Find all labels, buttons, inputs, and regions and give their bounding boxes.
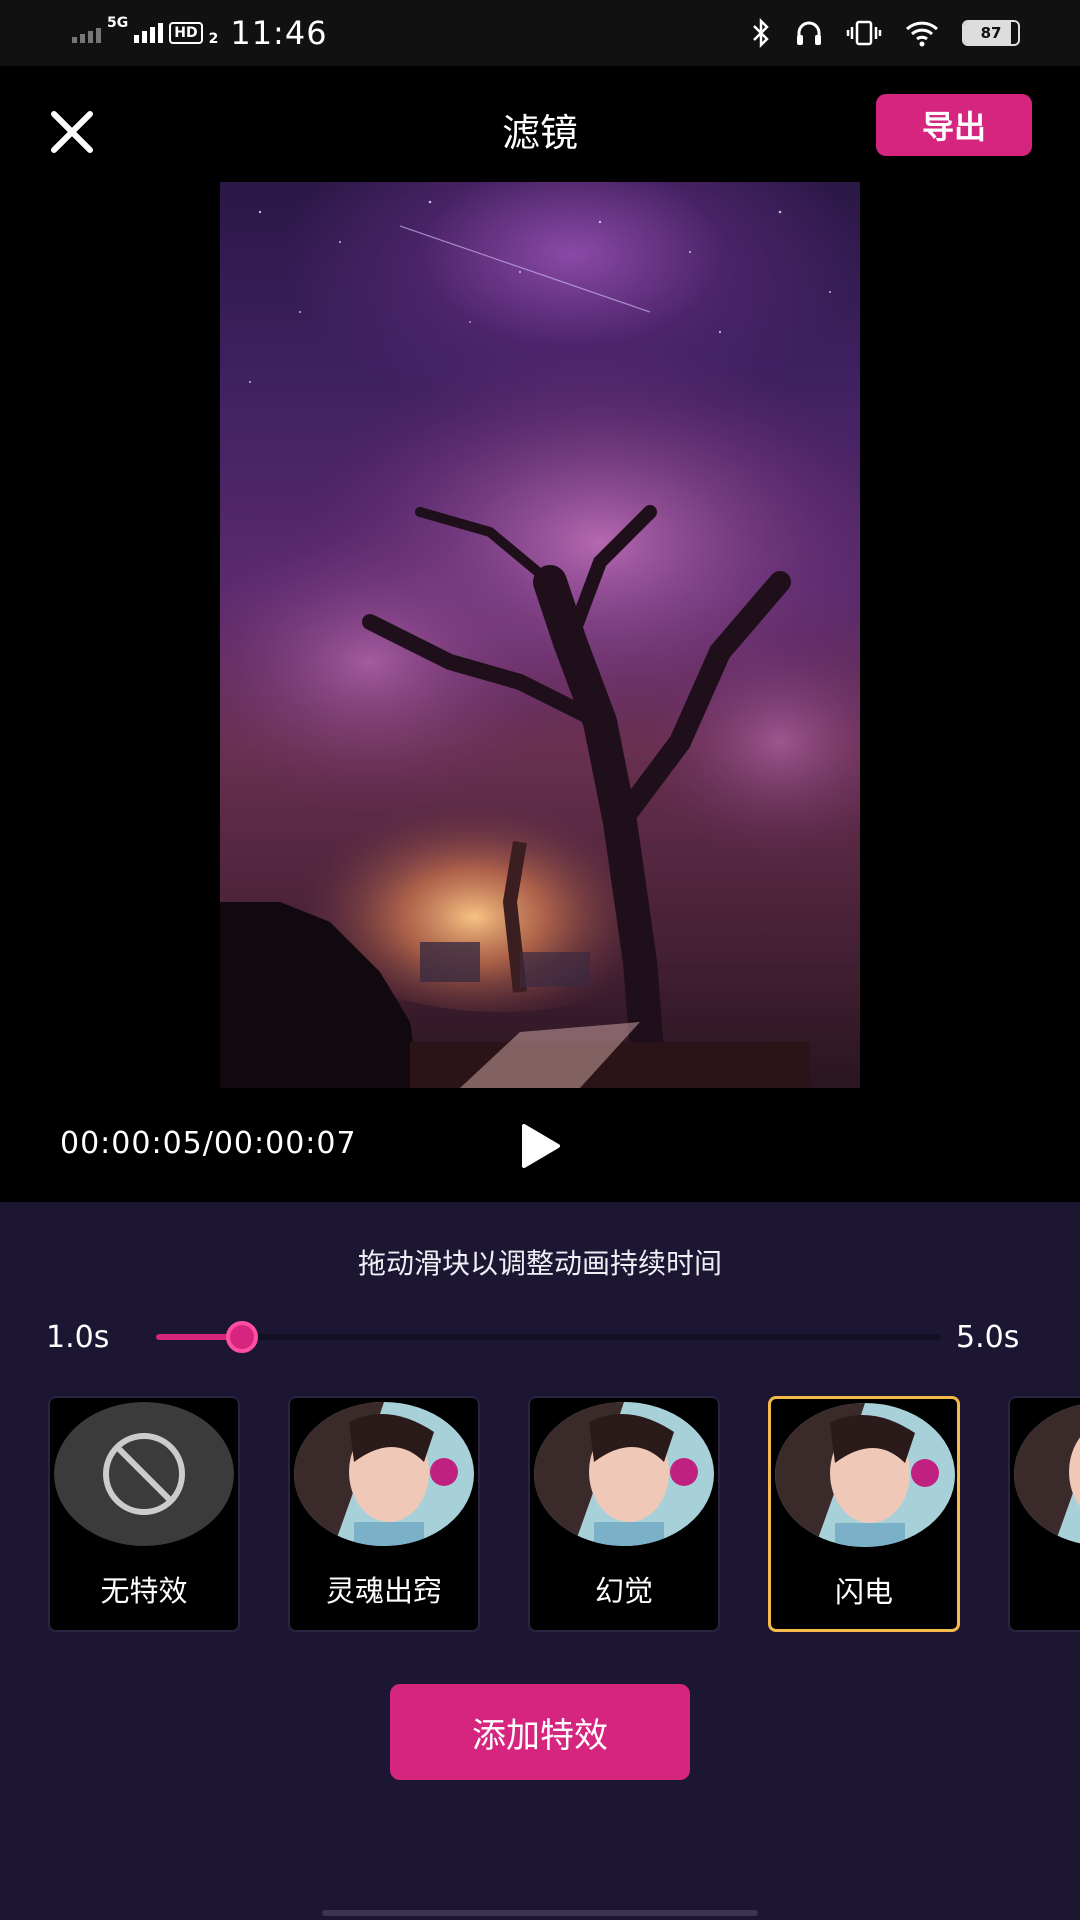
effect-label: 闪电 xyxy=(834,1575,893,1609)
portrait-thumbnail xyxy=(294,1402,474,1546)
portrait-thumbnail xyxy=(1014,1402,1080,1546)
effect-item-none[interactable]: 无特效 xyxy=(48,1396,240,1632)
effect-thumb xyxy=(54,1402,234,1546)
effects-panel: 拖动滑块以调整动画持续时间 1.0s 5.0s 无特效 灵魂出窍 幻觉 闪电 添… xyxy=(0,1202,1080,1920)
duration-hint: 拖动滑块以调整动画持续时间 xyxy=(357,1247,722,1280)
hd-sim-index: 2 xyxy=(208,31,219,47)
add-effect-button[interactable]: 添加特效 xyxy=(390,1684,690,1780)
effect-item-partial[interactable] xyxy=(1008,1396,1080,1632)
headphones-icon xyxy=(797,21,821,45)
effect-label: 灵魂出窍 xyxy=(325,1574,442,1608)
portrait-thumbnail xyxy=(775,1403,955,1547)
effect-thumb xyxy=(1014,1402,1080,1546)
preview-image xyxy=(220,200,860,1088)
play-icon xyxy=(522,1124,560,1168)
battery-level: 87 xyxy=(980,24,1002,42)
wifi-icon xyxy=(905,21,939,47)
status-bar: 5G HD 2 11:46 87 xyxy=(0,0,1080,66)
export-button[interactable]: 导出 xyxy=(876,94,1032,156)
effect-thumb xyxy=(294,1402,474,1546)
video-preview[interactable] xyxy=(220,182,860,1088)
status-left: 5G HD 2 11:46 xyxy=(72,14,328,52)
signal-sim2-icon xyxy=(134,23,164,43)
effect-label: 无特效 xyxy=(100,1574,188,1608)
effect-item-illusion[interactable]: 幻觉 xyxy=(528,1396,720,1632)
portrait-thumbnail xyxy=(534,1402,714,1546)
slider-thumb[interactable] xyxy=(226,1321,259,1353)
clock: 11:46 xyxy=(230,14,328,52)
effect-item-lightning[interactable]: 闪电 xyxy=(768,1396,960,1632)
network-type: 5G xyxy=(107,15,129,31)
top-bar: 滤镜 导出 xyxy=(0,66,1080,186)
bluetooth-icon xyxy=(753,18,769,48)
duration-max-label: 5.0s xyxy=(956,1320,1020,1355)
status-right: 87 xyxy=(750,18,1020,48)
signal-sim1-icon xyxy=(72,23,101,43)
hd-badge: HD xyxy=(169,22,203,44)
battery-icon: 87 xyxy=(962,20,1020,46)
effect-thumb xyxy=(534,1402,714,1546)
duration-slider[interactable] xyxy=(156,1321,940,1353)
effects-list[interactable]: 无特效 灵魂出窍 幻觉 闪电 xyxy=(48,1396,1080,1634)
effect-thumb xyxy=(775,1403,955,1547)
playback-time: 00:00:05/00:00:07 xyxy=(60,1126,357,1161)
no-effect-icon xyxy=(103,1433,185,1515)
effect-label: 幻觉 xyxy=(594,1574,653,1608)
play-button[interactable] xyxy=(514,1120,566,1172)
vibrate-icon xyxy=(846,20,882,46)
effect-item-soul[interactable]: 灵魂出窍 xyxy=(288,1396,480,1632)
duration-min-label: 1.0s xyxy=(46,1320,110,1355)
home-indicator[interactable] xyxy=(322,1910,758,1916)
